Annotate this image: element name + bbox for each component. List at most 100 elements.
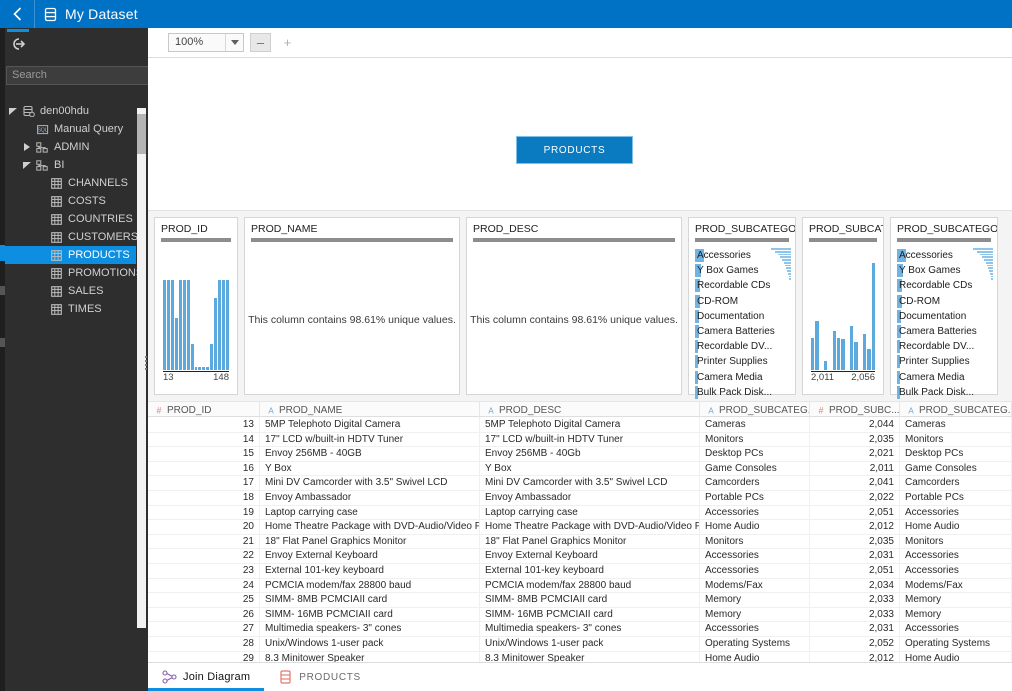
table-cell[interactable]: 2,052 bbox=[810, 637, 900, 652]
table-cell[interactable]: Home Theatre Package with DVD-Audio/Vide… bbox=[480, 520, 700, 535]
category-bar-row[interactable]: Bulk Pack Disk... bbox=[897, 385, 991, 400]
table-cell[interactable]: 2,034 bbox=[810, 579, 900, 594]
table-cell[interactable]: Accessories bbox=[900, 549, 1012, 564]
table-cell[interactable]: 2,035 bbox=[810, 433, 900, 448]
table-cell[interactable]: Home Audio bbox=[700, 520, 810, 535]
table-cell[interactable]: External 101-key keyboard bbox=[480, 564, 700, 579]
table-cell[interactable]: Accessories bbox=[700, 506, 810, 521]
table-cell[interactable]: Envoy Ambassador bbox=[480, 491, 700, 506]
sidebar-item-manual-query[interactable]: SQLManual Query bbox=[0, 120, 136, 138]
table-cell[interactable]: 2,044 bbox=[810, 418, 900, 433]
table-cell[interactable]: Memory bbox=[900, 593, 1012, 608]
sidebar-item-sales[interactable]: SALES bbox=[0, 282, 136, 300]
table-cell[interactable]: 21 bbox=[148, 535, 260, 550]
column-profile-card[interactable]: PROD_ID13148 bbox=[154, 217, 238, 395]
table-cell[interactable]: Game Consoles bbox=[900, 462, 1012, 477]
table-cell[interactable]: Memory bbox=[700, 608, 810, 623]
category-bar-row[interactable]: Documentation bbox=[897, 309, 991, 324]
table-cell[interactable]: Game Consoles bbox=[700, 462, 810, 477]
table-cell[interactable]: Camcorders bbox=[900, 476, 1012, 491]
table-cell[interactable]: Home Theatre Package with DVD-Audio/Vide… bbox=[260, 520, 480, 535]
grid-column-header[interactable]: APROD_SUBCATEG... bbox=[700, 402, 810, 418]
category-bar-row[interactable]: Recordable CDs bbox=[897, 278, 991, 293]
table-cell[interactable]: Multimedia speakers- 3" cones bbox=[260, 622, 480, 637]
category-bar-row[interactable]: Recordable CDs bbox=[695, 278, 789, 293]
table-row[interactable]: 20Home Theatre Package with DVD-Audio/Vi… bbox=[148, 520, 1012, 535]
table-cell[interactable]: Envoy External Keyboard bbox=[480, 549, 700, 564]
back-button[interactable] bbox=[0, 0, 34, 28]
grid-column-header[interactable]: APROD_SUBCATEG... bbox=[900, 402, 1012, 418]
table-cell[interactable]: Monitors bbox=[900, 433, 1012, 448]
table-row[interactable]: 23External 101-key keyboardExternal 101-… bbox=[148, 564, 1012, 579]
table-cell[interactable]: Modems/Fax bbox=[700, 579, 810, 594]
table-cell[interactable]: Desktop PCs bbox=[700, 447, 810, 462]
table-cell[interactable]: Portable PCs bbox=[700, 491, 810, 506]
table-cell[interactable]: 18 bbox=[148, 491, 260, 506]
table-row[interactable]: 28Unix/Windows 1-user packUnix/Windows 1… bbox=[148, 637, 1012, 652]
table-cell[interactable]: 2,031 bbox=[810, 549, 900, 564]
table-cell[interactable]: Camcorders bbox=[700, 476, 810, 491]
table-cell[interactable]: Mini DV Camcorder with 3.5" Swivel LCD bbox=[260, 476, 480, 491]
table-cell[interactable]: Modems/Fax bbox=[900, 579, 1012, 594]
table-cell[interactable]: Portable PCs bbox=[900, 491, 1012, 506]
sidebar-item-products[interactable]: PRODUCTS bbox=[0, 246, 136, 264]
table-cell[interactable]: Envoy Ambassador bbox=[260, 491, 480, 506]
table-row[interactable]: 1417" LCD w/built-in HDTV Tuner17" LCD w… bbox=[148, 433, 1012, 448]
twisty-expanded-icon[interactable] bbox=[20, 156, 34, 174]
table-cell[interactable]: 2,041 bbox=[810, 476, 900, 491]
table-cell[interactable]: Envoy External Keyboard bbox=[260, 549, 480, 564]
category-bar-row[interactable]: CD-ROM bbox=[897, 294, 991, 309]
table-cell[interactable]: Memory bbox=[700, 593, 810, 608]
table-cell[interactable]: 14 bbox=[148, 433, 260, 448]
table-cell[interactable]: Home Audio bbox=[900, 520, 1012, 535]
column-profile-card[interactable]: PROD_SUBCATEGO...AccessoriesY Box GamesR… bbox=[890, 217, 998, 395]
join-diagram-canvas[interactable]: PRODUCTS bbox=[148, 58, 1012, 211]
table-cell[interactable]: Accessories bbox=[700, 549, 810, 564]
table-cell[interactable]: PCMCIA modem/fax 28800 baud bbox=[480, 579, 700, 594]
category-bar-row[interactable]: CD-ROM bbox=[695, 294, 789, 309]
category-bar-row[interactable]: Printer Supplies bbox=[695, 354, 789, 369]
zoom-out-button[interactable]: – bbox=[250, 33, 271, 52]
table-cell[interactable]: Unix/Windows 1-user pack bbox=[260, 637, 480, 652]
table-cell[interactable]: Accessories bbox=[900, 622, 1012, 637]
category-bar-row[interactable]: Recordable DV... bbox=[897, 339, 991, 354]
sidebar-item-channels[interactable]: CHANNELS bbox=[0, 174, 136, 192]
category-bar-row[interactable]: Camera Media bbox=[897, 370, 991, 385]
table-row[interactable]: 25SIMM- 8MB PCMCIAII cardSIMM- 8MB PCMCI… bbox=[148, 593, 1012, 608]
table-cell[interactable]: 20 bbox=[148, 520, 260, 535]
table-cell[interactable]: Monitors bbox=[700, 535, 810, 550]
tab-join-diagram[interactable]: Join Diagram bbox=[148, 663, 264, 691]
table-cell[interactable]: Desktop PCs bbox=[900, 447, 1012, 462]
grid-column-header[interactable]: APROD_DESC bbox=[480, 402, 700, 418]
column-profile-card[interactable]: PROD_DESCThis column contains 98.61% uni… bbox=[466, 217, 682, 395]
sidebar-item-bi[interactable]: BI bbox=[0, 156, 136, 174]
table-cell[interactable]: Unix/Windows 1-user pack bbox=[480, 637, 700, 652]
table-cell[interactable]: Monitors bbox=[700, 433, 810, 448]
table-row[interactable]: 17Mini DV Camcorder with 3.5" Swivel LCD… bbox=[148, 476, 1012, 491]
table-cell[interactable]: 2,051 bbox=[810, 564, 900, 579]
table-row[interactable]: 19Laptop carrying caseLaptop carrying ca… bbox=[148, 506, 1012, 521]
rail-handle-bottom[interactable] bbox=[0, 338, 5, 347]
column-profile-card[interactable]: PROD_SUBCAT...2,0112,056 bbox=[802, 217, 884, 395]
table-cell[interactable]: 23 bbox=[148, 564, 260, 579]
table-cell[interactable]: Monitors bbox=[900, 535, 1012, 550]
tab-products[interactable]: PRODUCTS bbox=[264, 663, 375, 691]
table-cell[interactable]: SIMM- 8MB PCMCIAII card bbox=[260, 593, 480, 608]
table-row[interactable]: 135MP Telephoto Digital Camera5MP Teleph… bbox=[148, 418, 1012, 433]
table-cell[interactable]: Y Box bbox=[260, 462, 480, 477]
category-bar-row[interactable]: Camera Media bbox=[695, 370, 789, 385]
table-cell[interactable]: 2,051 bbox=[810, 506, 900, 521]
collapse-panel-icon[interactable] bbox=[8, 35, 28, 53]
grid-column-header[interactable]: #PROD_ID bbox=[148, 402, 260, 418]
table-row[interactable]: 2118" Flat Panel Graphics Monitor18" Fla… bbox=[148, 535, 1012, 550]
table-cell[interactable]: Mini DV Camcorder with 3.5" Swivel LCD bbox=[480, 476, 700, 491]
sidebar-item-times[interactable]: TIMES bbox=[0, 300, 136, 318]
table-cell[interactable]: 13 bbox=[148, 418, 260, 433]
table-row[interactable]: 22Envoy External KeyboardEnvoy External … bbox=[148, 549, 1012, 564]
category-bar-row[interactable]: Bulk Pack Disk... bbox=[695, 385, 789, 400]
table-cell[interactable]: Laptop carrying case bbox=[260, 506, 480, 521]
table-cell[interactable]: PCMCIA modem/fax 28800 baud bbox=[260, 579, 480, 594]
table-cell[interactable]: 2,033 bbox=[810, 593, 900, 608]
table-cell[interactable]: Multimedia speakers- 3" cones bbox=[480, 622, 700, 637]
tree-scrollbar-thumb[interactable] bbox=[137, 114, 146, 154]
